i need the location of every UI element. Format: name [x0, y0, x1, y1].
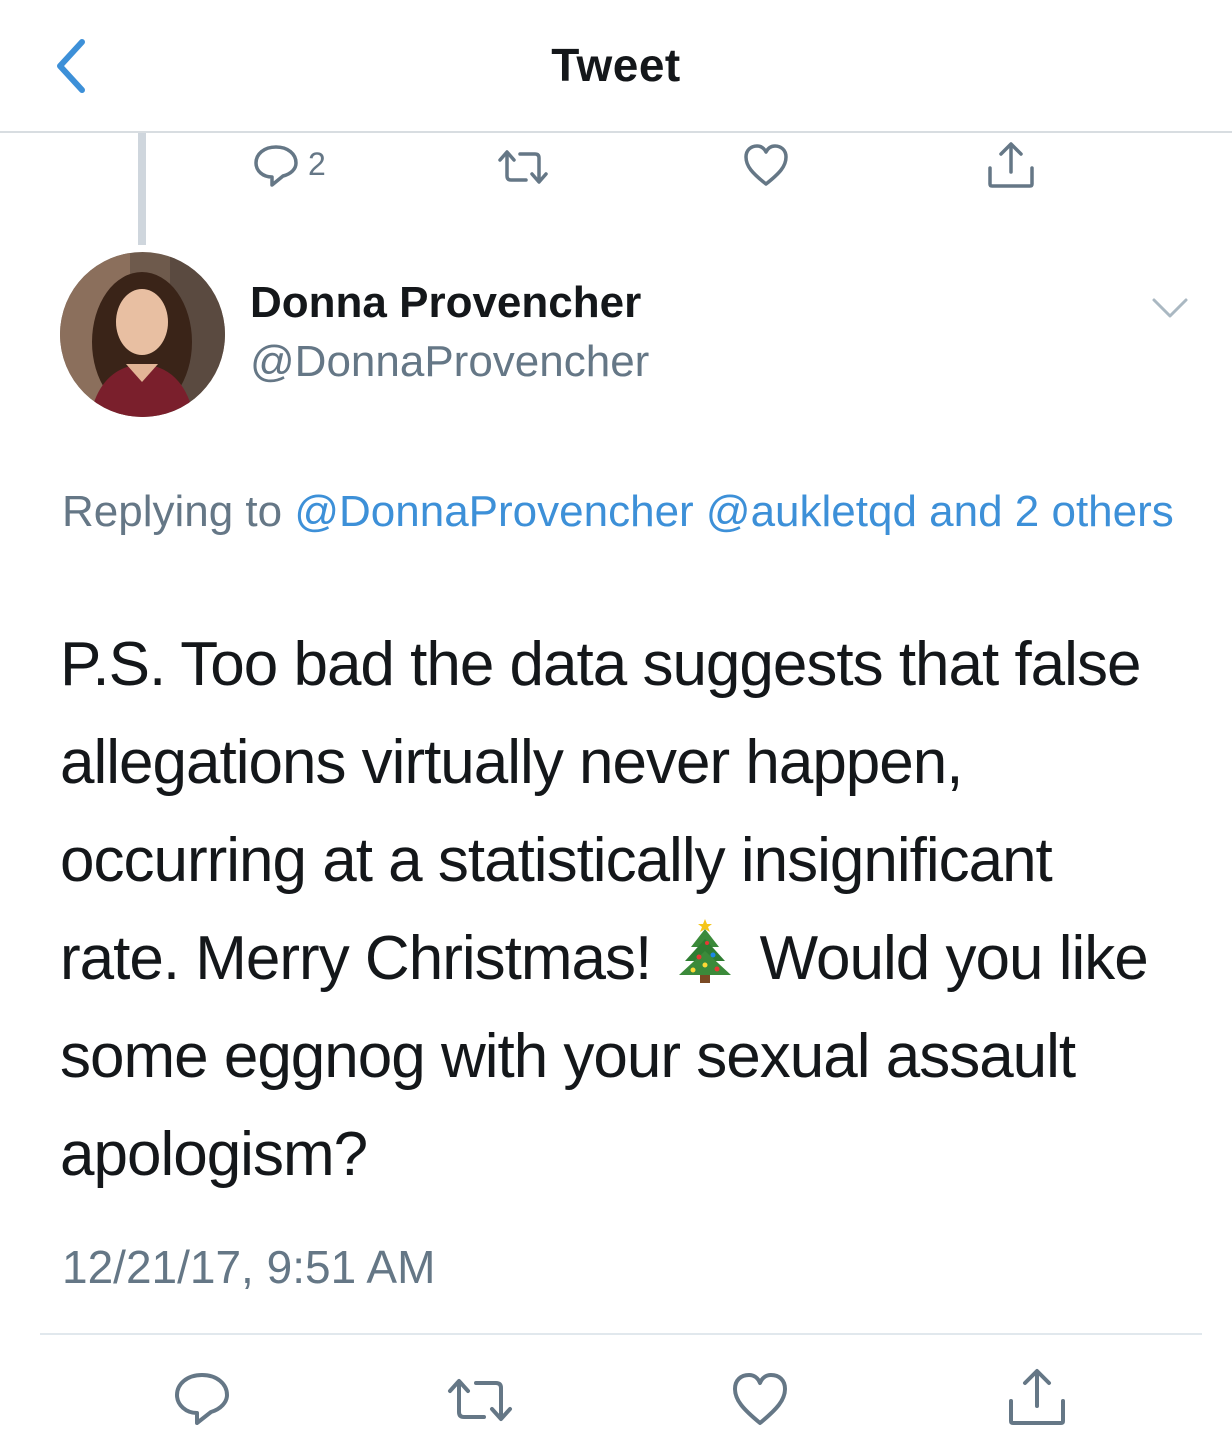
heart-icon[interactable]	[742, 142, 790, 188]
display-name[interactable]: Donna Provencher	[250, 278, 641, 328]
christmas-tree-emoji	[679, 919, 732, 983]
share-upload-icon[interactable]	[986, 140, 1036, 190]
speech-bubble-icon[interactable]	[252, 143, 300, 189]
tweet-timestamp: 12/21/17, 9:51 AM	[62, 1241, 436, 1293]
navigation-bar: Tweet	[0, 0, 1232, 133]
page-title: Tweet	[551, 39, 681, 91]
replying-to-mentions[interactable]: @DonnaProvencher @aukletqd and 2 others	[294, 487, 1173, 536]
retweet-icon[interactable]	[446, 1374, 514, 1426]
retweet-icon[interactable]	[496, 146, 550, 188]
user-handle[interactable]: @DonnaProvencher	[250, 337, 649, 387]
divider	[40, 1333, 1202, 1335]
tweet-text: P.S. Too bad the data suggests that fals…	[60, 616, 1180, 1204]
replying-to-label: Replying to	[62, 487, 295, 536]
heart-icon[interactable]	[730, 1370, 790, 1428]
share-upload-icon[interactable]	[1006, 1366, 1068, 1428]
avatar[interactable]	[60, 252, 225, 417]
reply-count: 2	[308, 146, 326, 182]
chevron-down-icon[interactable]	[1150, 290, 1190, 326]
replying-to: Replying to @DonnaProvencher @aukletqd a…	[62, 478, 1182, 546]
thread-connector-line	[138, 133, 146, 245]
speech-bubble-icon[interactable]	[172, 1370, 232, 1428]
